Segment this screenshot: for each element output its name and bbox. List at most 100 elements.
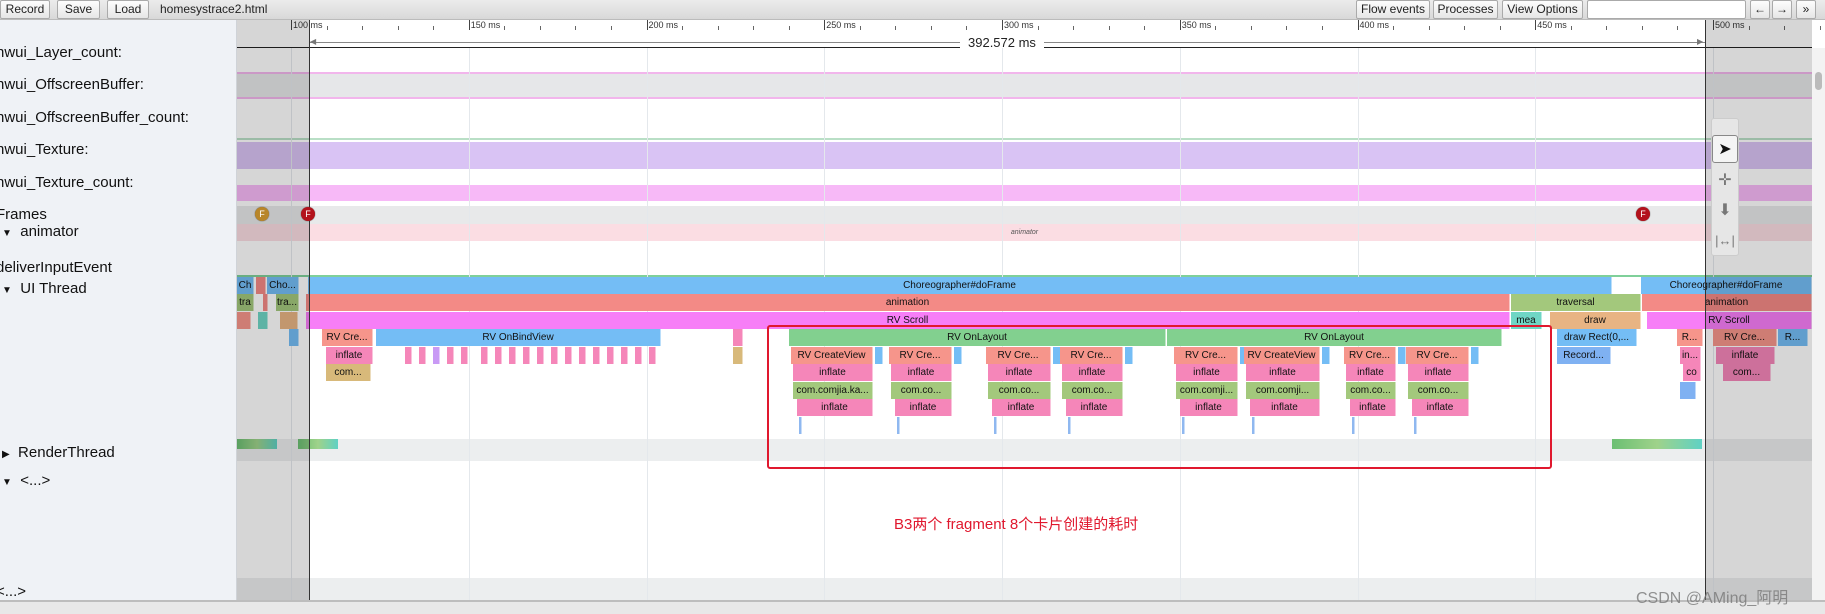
slice-fragment[interactable] <box>551 346 558 364</box>
animator-slice[interactable]: animator <box>237 224 1812 241</box>
slice-fragment[interactable] <box>607 346 614 364</box>
track-label-process: <...> <box>20 472 51 489</box>
trace-slice[interactable]: Choreographer#doFrame <box>308 277 1612 294</box>
track-label-animator: animator <box>20 223 79 240</box>
ruler-minor-tick <box>1570 26 1572 30</box>
slice-fragment[interactable] <box>593 346 600 364</box>
load-button[interactable]: Load <box>107 0 149 19</box>
slice-fragment[interactable] <box>579 346 586 364</box>
ruler-minor-tick <box>930 26 932 30</box>
slice-fragment[interactable] <box>481 346 488 364</box>
ruler-tick-label: 150 ms <box>470 20 501 30</box>
slice-fragment[interactable] <box>256 277 266 294</box>
nav-right-button[interactable]: → <box>1772 0 1792 19</box>
trace-slice[interactable]: inflate <box>1716 346 1775 364</box>
render-thread-slices[interactable] <box>237 439 277 449</box>
track-animator[interactable]: ▼ animator <box>2 223 79 240</box>
processes-button[interactable]: Processes <box>1433 0 1498 19</box>
ruler-minor-tick <box>1037 26 1039 30</box>
ruler-minor-tick <box>1108 26 1110 30</box>
slice-fragment[interactable] <box>263 294 268 312</box>
slice-fragment[interactable] <box>258 311 268 329</box>
slice-fragment[interactable] <box>461 346 468 364</box>
trace-slice[interactable]: RV Cre... <box>322 329 373 347</box>
save-button[interactable]: Save <box>57 0 100 19</box>
slice-fragment[interactable] <box>495 346 502 364</box>
frame-marker-icon[interactable]: F <box>301 207 315 221</box>
highlight-box <box>767 325 1552 469</box>
ruler-minor-tick <box>895 26 897 30</box>
trace-slice[interactable]: animation <box>1642 294 1812 312</box>
ruler-minor-tick <box>326 26 328 30</box>
vertical-scrollbar[interactable] <box>1812 48 1825 600</box>
trace-slice[interactable]: Record... <box>1557 346 1611 364</box>
render-thread-slices[interactable] <box>1612 439 1702 449</box>
slice-fragment[interactable] <box>523 346 530 364</box>
slice-fragment[interactable] <box>733 346 743 364</box>
slice-fragment[interactable] <box>635 346 642 364</box>
slice-fragment[interactable] <box>433 346 440 364</box>
trace-slice[interactable]: RV OnBindView <box>376 329 661 347</box>
slice-fragment[interactable] <box>649 346 656 364</box>
slice-fragment[interactable] <box>509 346 516 364</box>
slice-fragment[interactable] <box>733 329 743 347</box>
slice-fragment[interactable] <box>405 346 412 364</box>
frame-marker-icon[interactable]: F <box>1636 207 1650 221</box>
trace-slice[interactable]: tra... <box>276 294 299 312</box>
trace-slice[interactable]: co <box>1683 364 1701 382</box>
slice-fragment[interactable] <box>537 346 544 364</box>
slice-fragment[interactable] <box>280 311 298 329</box>
trace-slice[interactable]: Choreographer#doFrame <box>1641 277 1812 294</box>
trace-slice[interactable]: RV Scroll <box>1647 311 1812 329</box>
timing-tool-icon[interactable]: |↔| <box>1712 227 1738 255</box>
trace-slice[interactable]: RV Cre... <box>1713 329 1777 347</box>
trace-slice[interactable]: in... <box>1680 346 1701 364</box>
trace-slice[interactable]: Cho... <box>267 277 299 294</box>
trace-slice[interactable]: tra <box>237 294 254 312</box>
trace-slice[interactable]: traversal <box>1511 294 1641 312</box>
trace-slice[interactable]: draw Rect(0,... <box>1557 329 1637 347</box>
slice-fragment[interactable] <box>565 346 572 364</box>
ruler-minor-tick <box>717 26 719 30</box>
view-options-button[interactable]: View Options <box>1502 0 1583 19</box>
trace-slice[interactable]: R... <box>1778 329 1808 347</box>
select-tool-icon[interactable]: ➤ <box>1712 135 1738 163</box>
slice-fragment[interactable] <box>419 346 426 364</box>
trace-slice[interactable]: animation <box>306 294 1510 312</box>
more-button[interactable]: » <box>1796 0 1816 19</box>
track-label-render-thread: RenderThread <box>18 444 115 461</box>
track-ui-thread[interactable]: ▼ UI Thread <box>2 280 87 297</box>
slice-fragment[interactable] <box>289 329 299 347</box>
trace-slice[interactable]: draw <box>1550 311 1641 329</box>
arrow-left-icon: ◀ <box>310 37 317 46</box>
search-input[interactable] <box>1587 0 1746 19</box>
ruler-minor-tick <box>859 26 861 30</box>
flow-events-button[interactable]: Flow events <box>1356 0 1430 19</box>
track-render-thread[interactable]: ▶ RenderThread <box>2 444 115 461</box>
trace-slice[interactable]: inflate <box>326 346 373 364</box>
nav-left-button[interactable]: ← <box>1750 0 1770 19</box>
ruler-minor-tick <box>1393 26 1395 30</box>
pan-tool-icon[interactable]: ✛ <box>1712 167 1738 195</box>
watermark: CSDN @AMing_阿明 <box>1636 590 1789 607</box>
slice-fragment[interactable] <box>621 346 628 364</box>
trace-slice[interactable]: Ch <box>237 277 254 294</box>
render-thread-slices[interactable] <box>298 439 338 449</box>
scrollbar-thumb[interactable] <box>1815 72 1822 90</box>
track-process[interactable]: ▼ <...> <box>2 472 50 489</box>
trace-slice[interactable]: com... <box>1723 364 1771 382</box>
zoom-tool-icon[interactable]: ⬇ <box>1712 197 1738 225</box>
frame-marker-icon[interactable]: F <box>255 207 269 221</box>
record-button[interactable]: Record <box>0 0 50 19</box>
track-label-offscreen-buffer: hwui_OffscreenBuffer: <box>0 76 144 93</box>
ruler-minor-tick <box>682 26 684 30</box>
slice-fragment[interactable] <box>237 311 251 329</box>
slice-fragment[interactable] <box>447 346 454 364</box>
arrow-right-icon: ▶ <box>1697 37 1704 46</box>
track-label-frames: Frames <box>0 206 47 223</box>
trace-slice[interactable]: com... <box>326 364 371 382</box>
status-bar <box>0 600 1825 614</box>
slice-fragment[interactable] <box>1680 381 1696 399</box>
frames-track <box>237 206 1812 224</box>
trace-slice[interactable]: R... <box>1677 329 1703 347</box>
